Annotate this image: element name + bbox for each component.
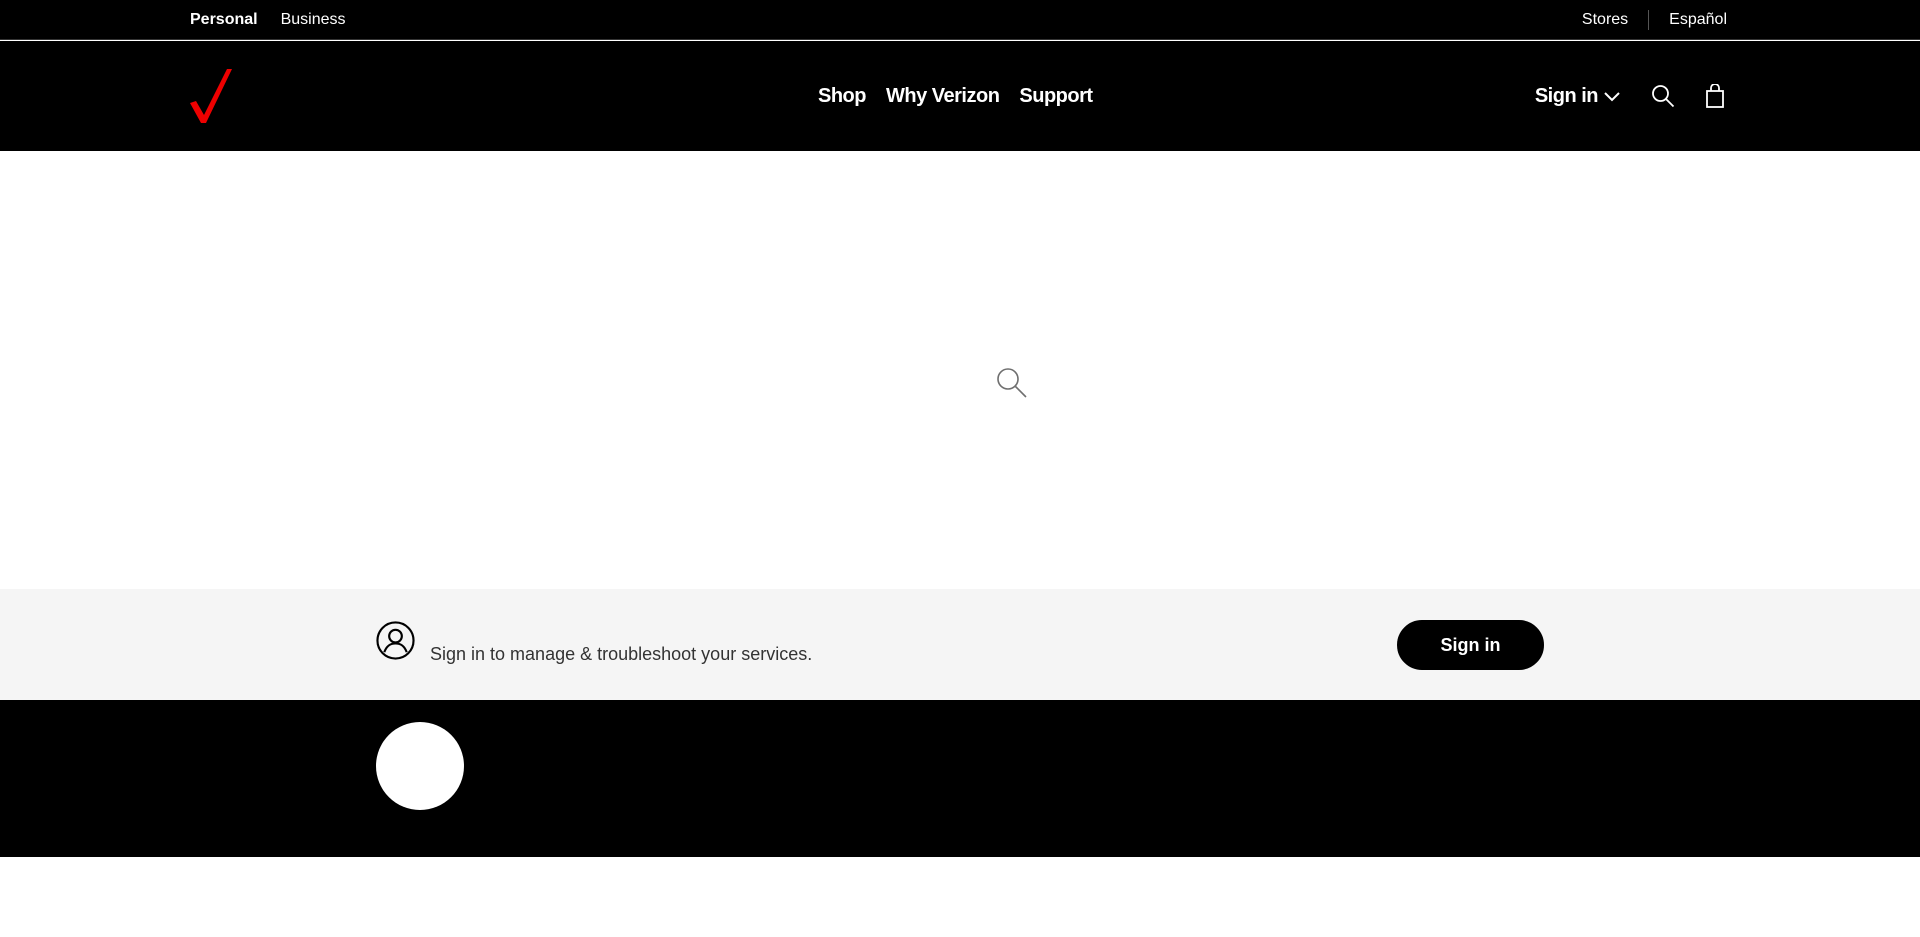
main-header: Shop Why Verizon Support Sign in (0, 41, 1920, 151)
nav-shop[interactable]: Shop (818, 85, 867, 108)
segment-nav: Personal Business (190, 0, 346, 40)
signin-button[interactable]: Sign in (1397, 620, 1544, 670)
content-area (0, 151, 1920, 589)
chevron-down-icon (1604, 85, 1620, 108)
page-bottom (0, 857, 1920, 937)
nav-why-verizon[interactable]: Why Verizon (886, 85, 1000, 108)
business-link[interactable]: Business (281, 11, 346, 29)
signin-menu-toggle[interactable]: Sign in (1535, 85, 1620, 108)
user-account-icon (376, 621, 415, 660)
search-icon[interactable] (1650, 83, 1676, 109)
footer (0, 700, 1920, 857)
utility-links: Stores Español (1582, 0, 1727, 40)
utility-divider (1648, 10, 1650, 30)
utility-bar: Personal Business Stores Español (0, 0, 1920, 40)
shopping-bag-icon[interactable] (1702, 83, 1728, 109)
signin-menu-label: Sign in (1534, 84, 1599, 107)
header-actions: Sign in (1535, 41, 1728, 151)
signin-banner: Sign in to manage & troubleshoot your se… (0, 589, 1920, 700)
verizon-check-icon[interactable] (190, 69, 232, 123)
stores-link[interactable]: Stores (1582, 11, 1628, 29)
espanol-link[interactable]: Español (1669, 11, 1727, 29)
signin-prompt-text: Sign in to manage & troubleshoot your se… (430, 644, 813, 664)
search-icon (996, 367, 1028, 399)
circle-icon (376, 722, 464, 810)
main-nav: Shop Why Verizon Support (818, 41, 1093, 151)
personal-link[interactable]: Personal (190, 11, 258, 29)
nav-support[interactable]: Support (1019, 85, 1093, 108)
